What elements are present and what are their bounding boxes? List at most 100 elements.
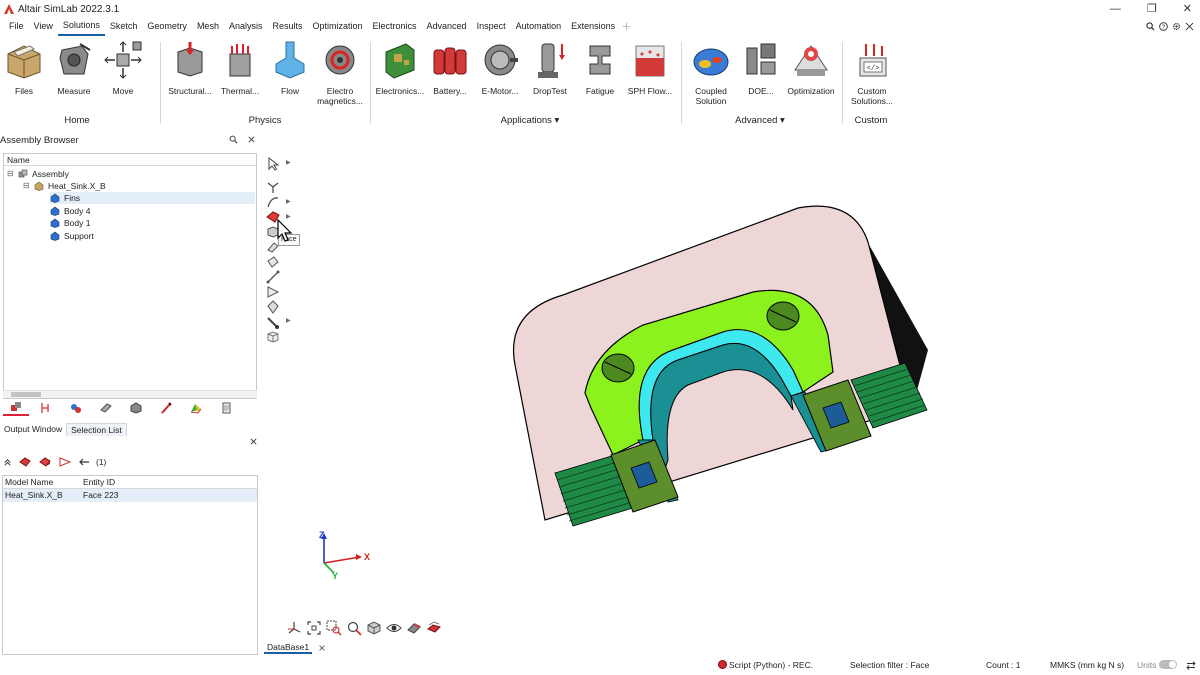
units-system-status[interactable]: MMKS (mm kg N s) <box>1050 656 1124 675</box>
close-icon[interactable] <box>247 135 256 144</box>
tree-item-assembly[interactable]: ⊟ Assembly <box>7 168 69 180</box>
search-icon[interactable] <box>229 135 238 144</box>
menu-view[interactable]: View <box>29 18 58 35</box>
group-applications[interactable]: Applications ▾ <box>480 115 580 126</box>
select-solid-icon[interactable] <box>266 300 280 314</box>
zoom-area-icon[interactable] <box>326 620 342 636</box>
section-view-icon[interactable] <box>406 620 422 636</box>
collapse-toggle-icon[interactable]: ⊟ <box>7 168 15 180</box>
menu-results[interactable]: Results <box>267 18 307 35</box>
add-tab-icon[interactable] <box>622 22 631 31</box>
tab-mesh[interactable] <box>33 400 59 416</box>
files-icon <box>7 45 41 79</box>
custom-solutions-button[interactable]: </> Custom Solutions... <box>842 40 902 106</box>
select-filter-icon[interactable] <box>58 456 72 468</box>
menu-optimization[interactable]: Optimization <box>307 18 367 35</box>
sph-flow-button[interactable]: SPH Flow... <box>620 40 680 96</box>
script-record-status[interactable]: Script (Python) - REC. <box>718 656 813 675</box>
menu-analysis[interactable]: Analysis <box>224 18 268 35</box>
menu-electronics[interactable]: Electronics <box>368 18 422 35</box>
expand-icon[interactable] <box>1185 22 1194 31</box>
display-mode-icon[interactable] <box>366 620 382 636</box>
settings-gear-icon[interactable] <box>1172 22 1181 31</box>
toggle-switch[interactable] <box>1159 660 1178 669</box>
restore-button[interactable]: ❐ <box>1147 0 1157 18</box>
tree-item-heat-sink[interactable]: ⊟ Heat_Sink.X_B <box>23 180 106 192</box>
fit-view-icon[interactable] <box>306 620 322 636</box>
minimize-button[interactable]: — <box>1110 0 1121 18</box>
tab-properties[interactable] <box>93 400 119 416</box>
menu-inspect[interactable]: Inspect <box>472 18 511 35</box>
tree-item-body-1[interactable]: Body 1 <box>50 217 90 229</box>
axis-triad: Z X Y <box>319 530 370 581</box>
select-faces-icon[interactable] <box>18 456 32 468</box>
heat-sink-model[interactable] <box>293 140 1200 640</box>
scrollbar-thumb[interactable] <box>11 392 41 397</box>
tree-column-name[interactable]: Name <box>4 154 256 166</box>
tab-materials[interactable] <box>123 400 149 416</box>
tab-assembly[interactable] <box>3 400 29 416</box>
swap-arrows-icon[interactable] <box>1186 661 1196 670</box>
structural-icon <box>177 42 203 77</box>
optimization-button[interactable]: Optimization <box>781 40 841 96</box>
collapse-up-icon[interactable] <box>3 458 12 467</box>
menu-extensions[interactable]: Extensions <box>566 18 620 35</box>
group-advanced[interactable]: Advanced ▾ <box>720 115 800 126</box>
tree-item-fins[interactable]: Fins <box>50 192 255 204</box>
electromagnetics-button[interactable]: Electro magnetics... <box>310 40 370 106</box>
pointer-options-arrow[interactable]: ▶ <box>286 159 291 166</box>
brush-options-arrow[interactable]: ▶ <box>286 317 291 324</box>
render-options-icon[interactable] <box>426 620 442 636</box>
menu-mesh[interactable]: Mesh <box>192 18 224 35</box>
properties-tab-icon <box>100 403 112 413</box>
select-node-icon[interactable] <box>266 180 280 194</box>
coupled-solution-icon <box>693 48 729 76</box>
tab-results[interactable] <box>183 400 209 416</box>
edge-options-arrow[interactable]: ▶ <box>286 198 291 205</box>
3d-viewport[interactable] <box>293 140 1200 640</box>
bolt-left[interactable] <box>601 353 635 383</box>
help-icon[interactable]: ? <box>1159 22 1168 31</box>
tab-loads[interactable] <box>153 400 179 416</box>
select-triangle-icon[interactable] <box>266 285 280 299</box>
menu-file[interactable]: File <box>4 18 29 35</box>
select-brush-icon[interactable] <box>266 315 280 329</box>
tab-database[interactable]: DataBase1 <box>264 641 313 654</box>
close-icon[interactable] <box>249 437 258 446</box>
menu-advanced[interactable]: Advanced <box>422 18 472 35</box>
menu-solutions[interactable]: Solutions <box>57 17 105 36</box>
select-edge-icon[interactable] <box>266 195 280 209</box>
menu-automation[interactable]: Automation <box>511 18 567 35</box>
tree-horizontal-scrollbar[interactable] <box>3 390 257 398</box>
bolt-right[interactable] <box>766 301 800 331</box>
select-line-icon[interactable] <box>266 270 280 284</box>
view-axes-icon[interactable] <box>286 620 302 636</box>
measure-icon <box>59 43 91 75</box>
select-bodies-icon[interactable] <box>38 456 52 468</box>
tab-selection-list[interactable]: Selection List <box>66 423 127 436</box>
close-window-button[interactable]: ✕ <box>1183 0 1192 18</box>
zoom-icon[interactable] <box>346 620 362 636</box>
close-icon[interactable] <box>318 644 326 652</box>
search-icon[interactable] <box>1146 22 1155 31</box>
back-arrow-icon[interactable] <box>78 457 90 467</box>
column-entity-id[interactable]: Entity ID <box>83 476 115 489</box>
tree-item-support[interactable]: Support <box>50 230 94 242</box>
units-toggle[interactable]: Units <box>1137 656 1178 675</box>
select-volume-icon[interactable] <box>266 330 280 344</box>
column-model-name[interactable]: Model Name <box>5 476 53 489</box>
assembly-browser-title: Assembly Browser <box>0 135 79 146</box>
tree-item-body-4[interactable]: Body 4 <box>50 205 90 217</box>
collapse-toggle-icon[interactable]: ⊟ <box>23 180 31 192</box>
select-element-icon[interactable] <box>266 255 280 269</box>
select-pointer-icon[interactable] <box>266 157 280 171</box>
results-tab-icon <box>190 404 202 414</box>
tab-output-window[interactable]: Output Window <box>0 423 66 436</box>
move-button[interactable]: Move <box>93 40 153 96</box>
menu-sketch[interactable]: Sketch <box>105 18 143 35</box>
tab-groups[interactable] <box>63 400 89 416</box>
visibility-eye-icon[interactable] <box>386 620 402 636</box>
table-row[interactable]: Heat_Sink.X_B Face 223 <box>3 489 257 502</box>
tab-report[interactable] <box>213 400 239 416</box>
menu-geometry[interactable]: Geometry <box>142 18 192 35</box>
